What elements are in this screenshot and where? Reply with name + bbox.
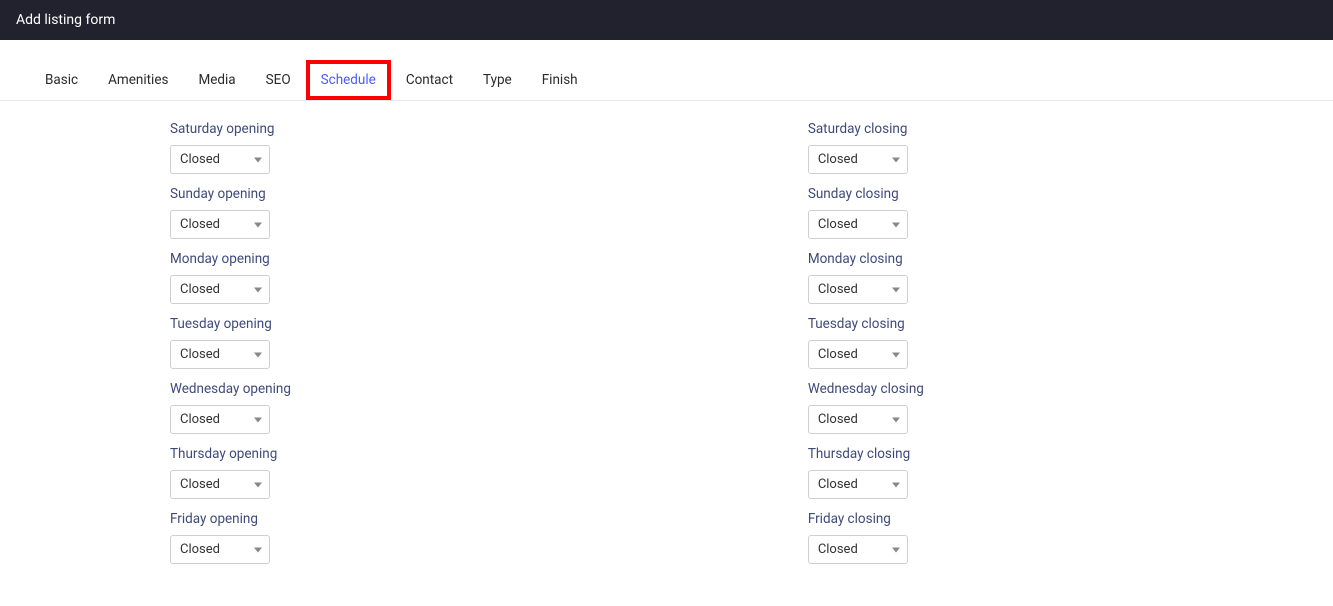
tuesday-closing-group: Tuesday closing Closed xyxy=(808,316,1303,369)
sunday-closing-label: Sunday closing xyxy=(808,186,1303,202)
wednesday-closing-select-wrap: Closed xyxy=(808,405,908,434)
wednesday-opening-select[interactable]: Closed xyxy=(170,405,270,434)
monday-closing-select[interactable]: Closed xyxy=(808,275,908,304)
friday-opening-group: Friday opening Closed xyxy=(170,511,808,564)
friday-closing-select[interactable]: Closed xyxy=(808,535,908,564)
tabs-row: Basic Amenities Media SEO Schedule Conta… xyxy=(0,60,1333,101)
saturday-opening-select-wrap: Closed xyxy=(170,145,270,174)
tab-schedule[interactable]: Schedule xyxy=(306,60,391,100)
friday-opening-select-wrap: Closed xyxy=(170,535,270,564)
thursday-opening-label: Thursday opening xyxy=(170,446,808,462)
tab-contact[interactable]: Contact xyxy=(391,60,468,100)
wednesday-closing-select[interactable]: Closed xyxy=(808,405,908,434)
saturday-closing-group: Saturday closing Closed xyxy=(808,121,1303,174)
monday-opening-group: Monday opening Closed xyxy=(170,251,808,304)
tab-amenities[interactable]: Amenities xyxy=(93,60,183,100)
page-title: Add listing form xyxy=(16,12,115,28)
thursday-closing-select-wrap: Closed xyxy=(808,470,908,499)
friday-closing-select-wrap: Closed xyxy=(808,535,908,564)
saturday-closing-select[interactable]: Closed xyxy=(808,145,908,174)
tuesday-opening-select-wrap: Closed xyxy=(170,340,270,369)
wednesday-closing-label: Wednesday closing xyxy=(808,381,1303,397)
thursday-opening-select-wrap: Closed xyxy=(170,470,270,499)
tab-media[interactable]: Media xyxy=(183,60,250,100)
tuesday-opening-label: Tuesday opening xyxy=(170,316,808,332)
friday-closing-group: Friday closing Closed xyxy=(808,511,1303,564)
sunday-opening-select-wrap: Closed xyxy=(170,210,270,239)
tuesday-closing-select-wrap: Closed xyxy=(808,340,908,369)
monday-opening-select[interactable]: Closed xyxy=(170,275,270,304)
header-bar: Add listing form xyxy=(0,0,1333,40)
sunday-opening-group: Sunday opening Closed xyxy=(170,186,808,239)
saturday-opening-label: Saturday opening xyxy=(170,121,808,137)
sunday-closing-select[interactable]: Closed xyxy=(808,210,908,239)
sunday-opening-select[interactable]: Closed xyxy=(170,210,270,239)
friday-opening-label: Friday opening xyxy=(170,511,808,527)
tuesday-opening-select[interactable]: Closed xyxy=(170,340,270,369)
tab-type[interactable]: Type xyxy=(468,60,527,100)
tuesday-closing-select[interactable]: Closed xyxy=(808,340,908,369)
monday-closing-label: Monday closing xyxy=(808,251,1303,267)
sunday-closing-select-wrap: Closed xyxy=(808,210,908,239)
schedule-content: Saturday opening Closed Sunday opening C… xyxy=(0,101,1333,606)
saturday-closing-select-wrap: Closed xyxy=(808,145,908,174)
monday-closing-select-wrap: Closed xyxy=(808,275,908,304)
friday-opening-select[interactable]: Closed xyxy=(170,535,270,564)
wednesday-opening-group: Wednesday opening Closed xyxy=(170,381,808,434)
saturday-closing-label: Saturday closing xyxy=(808,121,1303,137)
monday-opening-label: Monday opening xyxy=(170,251,808,267)
saturday-opening-group: Saturday opening Closed xyxy=(170,121,808,174)
thursday-closing-label: Thursday closing xyxy=(808,446,1303,462)
thursday-opening-group: Thursday opening Closed xyxy=(170,446,808,499)
wednesday-opening-label: Wednesday opening xyxy=(170,381,808,397)
tab-seo[interactable]: SEO xyxy=(251,60,306,100)
opening-column: Saturday opening Closed Sunday opening C… xyxy=(170,121,808,576)
tuesday-opening-group: Tuesday opening Closed xyxy=(170,316,808,369)
saturday-opening-select[interactable]: Closed xyxy=(170,145,270,174)
tab-finish[interactable]: Finish xyxy=(527,60,593,100)
wednesday-opening-select-wrap: Closed xyxy=(170,405,270,434)
sunday-closing-group: Sunday closing Closed xyxy=(808,186,1303,239)
thursday-closing-select[interactable]: Closed xyxy=(808,470,908,499)
sunday-opening-label: Sunday opening xyxy=(170,186,808,202)
friday-closing-label: Friday closing xyxy=(808,511,1303,527)
tab-basic[interactable]: Basic xyxy=(30,60,93,100)
wednesday-closing-group: Wednesday closing Closed xyxy=(808,381,1303,434)
thursday-opening-select[interactable]: Closed xyxy=(170,470,270,499)
monday-closing-group: Monday closing Closed xyxy=(808,251,1303,304)
monday-opening-select-wrap: Closed xyxy=(170,275,270,304)
closing-column: Saturday closing Closed Sunday closing C… xyxy=(808,121,1303,576)
tuesday-closing-label: Tuesday closing xyxy=(808,316,1303,332)
thursday-closing-group: Thursday closing Closed xyxy=(808,446,1303,499)
